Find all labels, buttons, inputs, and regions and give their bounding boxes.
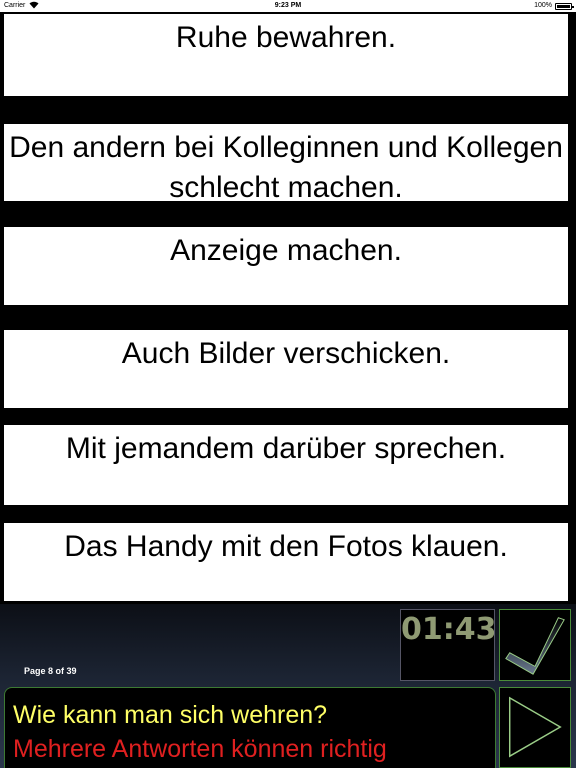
checkmark-icon bbox=[505, 617, 565, 675]
question-text: Wie kann man sich wehren? bbox=[13, 701, 328, 729]
play-triangle-icon bbox=[508, 696, 562, 758]
hint-text: Mehrere Antworten können richtig bbox=[13, 735, 387, 763]
answer-option-2[interactable]: Den andern bei Kolleginnen und Kollegen … bbox=[4, 124, 568, 204]
answer-option-1[interactable]: Ruhe bewahren. bbox=[4, 14, 568, 96]
check-answer-button[interactable] bbox=[499, 609, 571, 681]
answer-text: Auch Bilder verschicken. bbox=[121, 337, 451, 370]
status-bar: Carrier 9:23 PM 100% bbox=[0, 0, 576, 12]
countdown-timer: 01:43 bbox=[400, 609, 497, 681]
answer-text: Anzeige machen. bbox=[170, 234, 402, 267]
answer-text: Den andern bei Kolleginnen und Kollegen … bbox=[9, 131, 563, 204]
answer-option-5[interactable]: Mit jemandem darüber sprechen. bbox=[4, 425, 568, 505]
battery-percent: 100% bbox=[534, 2, 552, 9]
battery-icon bbox=[555, 3, 574, 10]
page-indicator: Page 8 of 39 bbox=[24, 666, 77, 676]
next-button[interactable] bbox=[499, 687, 571, 768]
answer-option-4[interactable]: Auch Bilder verschicken. bbox=[4, 330, 568, 408]
answer-option-3[interactable]: Anzeige machen. bbox=[4, 227, 568, 305]
status-time: 9:23 PM bbox=[274, 2, 302, 9]
answer-text: Das Handy mit den Fotos klauen. bbox=[64, 530, 508, 563]
answer-text: Ruhe bewahren. bbox=[175, 21, 397, 54]
answer-text: Mit jemandem darüber sprechen. bbox=[65, 432, 507, 465]
question-panel: Wie kann man sich wehren? Mehrere Antwor… bbox=[4, 687, 496, 768]
answer-option-6[interactable]: Das Handy mit den Fotos klauen. bbox=[4, 523, 568, 601]
